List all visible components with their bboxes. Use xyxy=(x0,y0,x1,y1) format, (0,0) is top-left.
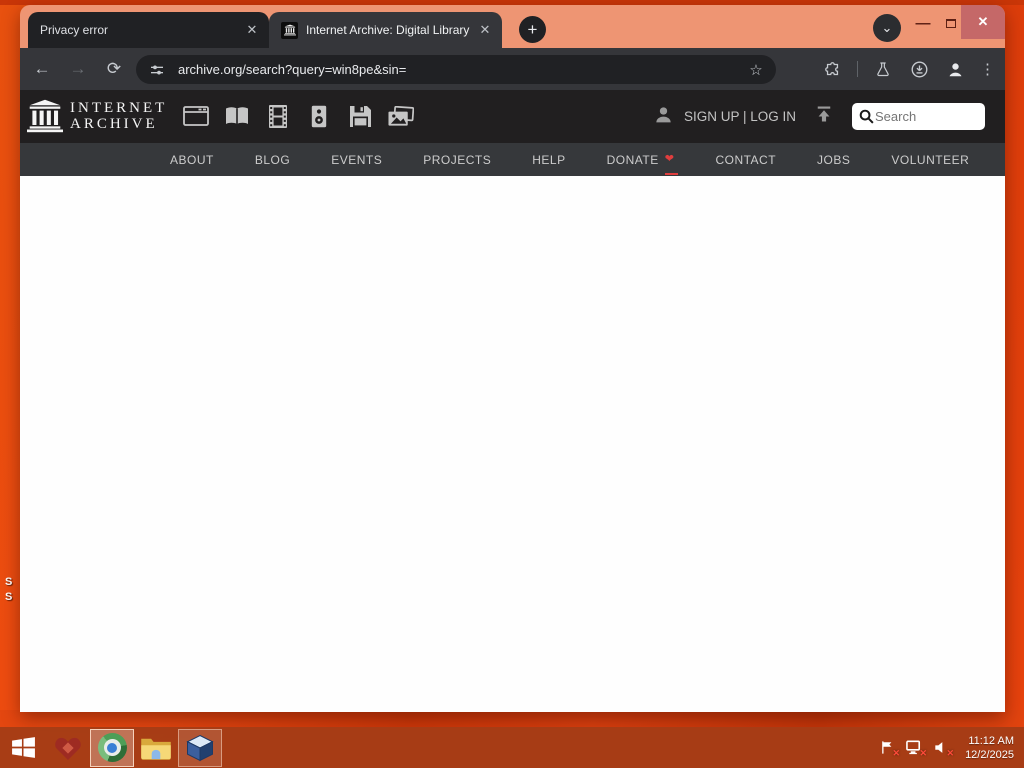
images-icon[interactable] xyxy=(388,103,414,129)
nav-blog[interactable]: BLOG xyxy=(255,153,290,167)
nav-contact[interactable]: CONTACT xyxy=(715,153,776,167)
nav-donate-label: DONATE xyxy=(606,152,659,167)
clock-time: 11:12 AM xyxy=(968,734,1014,747)
nav-volunteer[interactable]: VOLUNTEER xyxy=(891,153,969,167)
network-icon[interactable]: ✕ xyxy=(905,739,927,758)
desktop-icon-label-fragment: S xyxy=(5,576,13,588)
tab-title: Privacy error xyxy=(40,23,109,37)
new-tab-button[interactable]: + xyxy=(519,16,546,43)
texts-icon[interactable] xyxy=(224,103,250,129)
browser-window: Privacy error ✕ Internet Archive: Digita… xyxy=(20,5,1005,712)
forward-button[interactable]: → xyxy=(64,55,92,83)
tab-internet-archive[interactable]: Internet Archive: Digital Library ✕ xyxy=(269,12,502,48)
web-icon[interactable] xyxy=(183,103,209,129)
tab-search-button[interactable]: ⌄ xyxy=(873,14,901,42)
ia-search-box[interactable] xyxy=(852,103,985,130)
nav-about[interactable]: ABOUT xyxy=(170,153,214,167)
ia-nav-bar: ABOUT BLOG EVENTS PROJECTS HELP DONATE ❤… xyxy=(20,143,1005,176)
downloads-icon[interactable] xyxy=(908,58,930,80)
upload-icon[interactable] xyxy=(814,104,834,129)
minimize-button[interactable]: — xyxy=(908,8,938,38)
taskbar-chrome-icon[interactable] xyxy=(90,728,134,767)
start-button[interactable] xyxy=(0,729,46,767)
desktop-icon-label-fragment: S xyxy=(5,591,13,603)
site-settings-icon[interactable] xyxy=(146,59,168,81)
ia-header-right: SIGN UP | LOG IN xyxy=(653,90,985,143)
flag-x-badge: ✕ xyxy=(892,747,901,758)
system-tray: ✕ ✕ ✕ 11:12 AM 12/2/2025 xyxy=(878,727,1018,768)
tab-close-icon[interactable]: ✕ xyxy=(476,21,494,39)
taskbar-file-explorer-icon[interactable] xyxy=(134,729,178,767)
video-icon[interactable] xyxy=(265,103,291,129)
extensions-icon[interactable] xyxy=(821,58,843,80)
windows-logo-icon xyxy=(11,737,35,758)
desktop-bottom-streak xyxy=(0,710,1024,727)
action-center-flag-icon[interactable]: ✕ xyxy=(878,739,900,758)
bookmark-star-icon[interactable]: ☆ xyxy=(746,60,766,80)
nav-projects[interactable]: PROJECTS xyxy=(423,153,491,167)
network-x-badge: ✕ xyxy=(919,747,928,758)
nav-help[interactable]: HELP xyxy=(532,153,565,167)
page-content-blank xyxy=(20,176,1005,712)
media-type-icons xyxy=(183,103,414,129)
browser-menu-icon[interactable]: ⋮ xyxy=(980,60,995,78)
software-icon[interactable] xyxy=(347,103,373,129)
audio-icon[interactable] xyxy=(306,103,332,129)
person-icon xyxy=(653,104,674,130)
archive-building-icon xyxy=(283,24,296,36)
url-text[interactable]: archive.org/search?query=win8pe&sin= xyxy=(178,62,746,77)
taskbar-virtualbox-icon[interactable] xyxy=(178,728,222,767)
folder-icon xyxy=(141,738,171,760)
volume-x-badge: ✕ xyxy=(946,747,955,758)
internet-archive-logo[interactable] xyxy=(27,99,63,133)
clock-date: 12/2/2025 xyxy=(965,748,1014,761)
wordmark-line2: ARCHIVE xyxy=(70,116,158,132)
back-button[interactable]: ← xyxy=(28,55,56,83)
internet-archive-wordmark[interactable]: INTERNET ARCHIVE xyxy=(70,100,167,132)
heart-icon: ❤ xyxy=(664,153,675,165)
tab-close-icon[interactable]: ✕ xyxy=(243,21,261,39)
taskbar-red-app-icon[interactable] xyxy=(46,729,90,767)
chrome-logo-icon xyxy=(97,733,127,762)
nav-donate[interactable]: DONATE ❤ xyxy=(606,152,678,175)
virtualbox-cube-icon xyxy=(186,734,214,761)
search-icon xyxy=(858,108,875,125)
red-heart-app-icon xyxy=(55,737,81,760)
windows-taskbar: ✕ ✕ ✕ 11:12 AM 12/2/2025 xyxy=(0,727,1024,768)
internet-archive-header: INTERNET ARCHIVE SIGN UP | LOG IN Search xyxy=(20,90,1005,143)
flask-labs-icon[interactable] xyxy=(872,58,894,80)
tab-strip: Privacy error ✕ Internet Archive: Digita… xyxy=(20,5,1005,48)
tab-title: Internet Archive: Digital Library xyxy=(306,23,470,37)
address-bar[interactable]: archive.org/search?query=win8pe&sin= ☆ xyxy=(136,55,776,84)
internet-archive-favicon xyxy=(281,21,298,39)
nav-jobs[interactable]: JOBS xyxy=(817,153,850,167)
browser-toolbar: ← → ⟳ archive.org/search?query=win8pe&si… xyxy=(20,48,1005,90)
nav-events[interactable]: EVENTS xyxy=(331,153,382,167)
toolbar-actions: ⋮ xyxy=(821,48,995,90)
close-window-button[interactable]: ✕ xyxy=(961,5,1005,39)
signup-login-link[interactable]: SIGN UP | LOG IN xyxy=(684,109,796,124)
ia-search-input[interactable] xyxy=(875,109,975,124)
taskbar-clock[interactable]: 11:12 AM 12/2/2025 xyxy=(965,734,1014,762)
wordmark-line1: INTERNET xyxy=(70,100,168,116)
toolbar-divider xyxy=(857,61,858,77)
reload-button[interactable]: ⟳ xyxy=(100,55,128,83)
donate-underline xyxy=(664,172,678,175)
tab-privacy-error[interactable]: Privacy error ✕ xyxy=(28,12,269,48)
profile-avatar-icon[interactable] xyxy=(944,58,966,80)
volume-muted-icon[interactable]: ✕ xyxy=(932,739,954,758)
maximize-icon xyxy=(946,18,956,28)
